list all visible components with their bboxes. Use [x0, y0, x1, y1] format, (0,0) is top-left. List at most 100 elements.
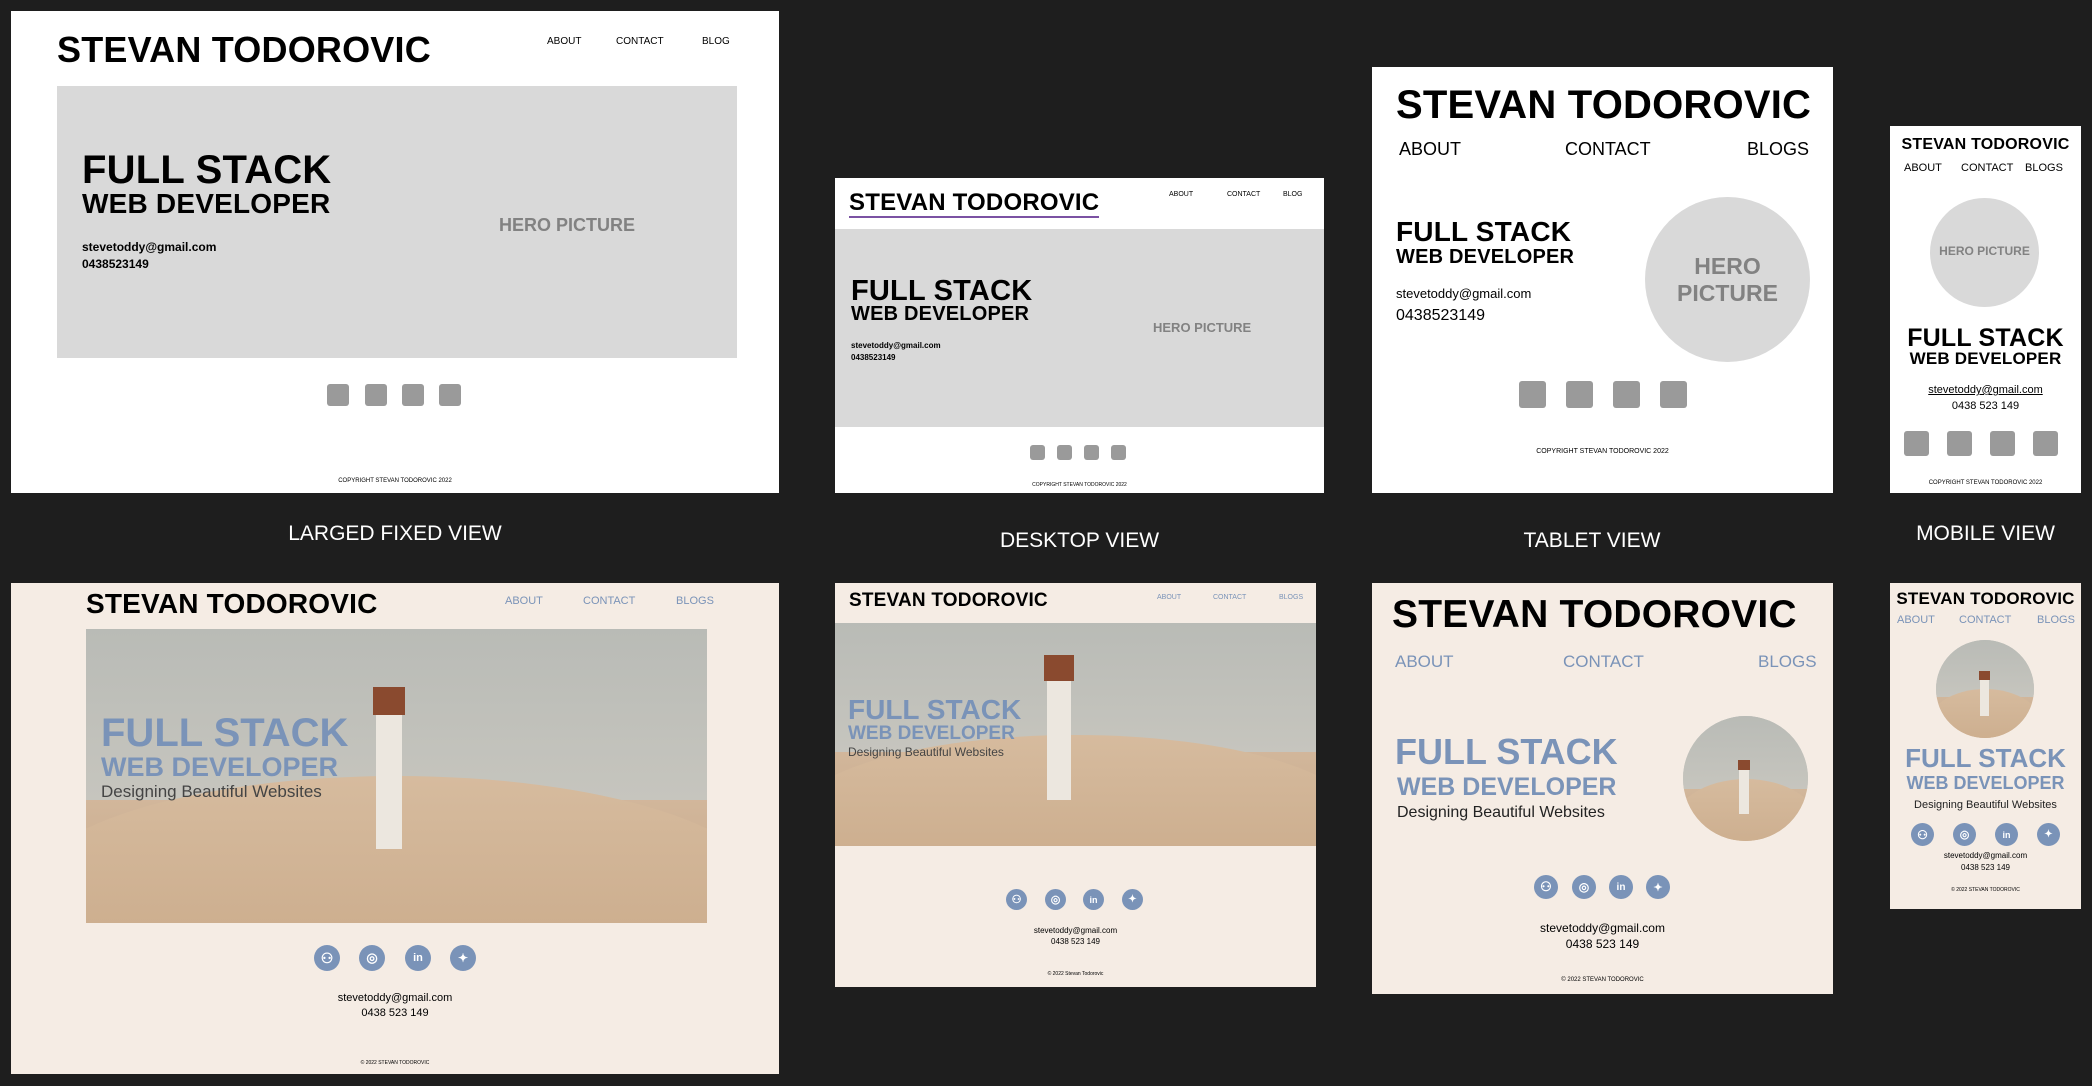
linkedin-icon[interactable]: in: [1995, 823, 2018, 846]
twitter-icon[interactable]: ✦: [1646, 875, 1670, 899]
hero-heading: FULL STACK: [82, 148, 332, 192]
nav-contact[interactable]: CONTACT: [1563, 652, 1644, 672]
nav-about[interactable]: ABOUT: [1395, 652, 1454, 672]
footer-copyright: COPYRIGHT STEVAN TODOROVIC 2022: [1536, 448, 1669, 455]
social-placeholder-2[interactable]: [1057, 445, 1072, 460]
wireframe-large-fixed: STEVAN TODOROVIC ABOUT CONTACT BLOG FULL…: [11, 11, 779, 493]
nav-blogs[interactable]: BLOGS: [1279, 594, 1303, 601]
github-icon[interactable]: ⚇: [1006, 889, 1027, 910]
nav-blogs[interactable]: BLOGS: [1747, 139, 1809, 160]
footer-copyright: COPYRIGHT STEVAN TODOROVIC 2022: [1032, 482, 1127, 488]
hero-picture-placeholder: HERO PICTURE: [1930, 198, 2039, 307]
social-placeholder-4[interactable]: [2033, 431, 2058, 456]
label-tablet-view: TABLET VIEW: [1523, 529, 1661, 552]
nav-contact[interactable]: CONTACT: [583, 595, 635, 607]
contact-email[interactable]: stevetoddy@gmail.com: [835, 926, 1316, 935]
page-title: STEVAN TODOROVIC: [1396, 83, 1812, 127]
contact-email[interactable]: stevetoddy@gmail.com: [11, 992, 779, 1004]
twitter-icon[interactable]: ✦: [1122, 889, 1143, 910]
contact-email[interactable]: stevetoddy@gmail.com: [1372, 921, 1833, 935]
github-icon[interactable]: ⚇: [1911, 823, 1934, 846]
twitter-icon[interactable]: ✦: [450, 945, 476, 971]
hero-image: FULL STACK WEB DEVELOPER Designing Beaut…: [86, 629, 707, 923]
contact-phone: 0438 523 149: [1565, 937, 1640, 951]
nav-blog[interactable]: BLOG: [702, 36, 730, 47]
hero-picture-label-line2: PICTURE: [1677, 280, 1778, 306]
nav-about[interactable]: ABOUT: [547, 36, 581, 47]
hero-tagline: Designing Beautiful Websites: [848, 745, 1004, 759]
social-placeholder-2[interactable]: [365, 384, 387, 406]
nav-contact[interactable]: CONTACT: [1227, 191, 1260, 198]
footer-copyright: © 2022 STEVAN TODOROVIC: [360, 1060, 430, 1066]
social-placeholder-3[interactable]: [1084, 445, 1099, 460]
github-icon[interactable]: ⚇: [314, 945, 340, 971]
hero-subheading: WEB DEVELOPER: [1909, 349, 2062, 368]
contact-phone: 0438523149: [851, 353, 896, 362]
nav-contact[interactable]: CONTACT: [1961, 162, 2013, 174]
nav-about[interactable]: ABOUT: [505, 595, 543, 607]
contact-email[interactable]: stevetoddy@gmail.com: [82, 240, 216, 254]
hero-heading: FULL STACK: [101, 711, 349, 755]
hero-image: [1683, 716, 1808, 841]
nav-contact[interactable]: CONTACT: [616, 36, 664, 47]
hero-subheading: WEB DEVELOPER: [848, 723, 1015, 744]
page-title: STEVAN TODOROVIC: [849, 189, 1100, 218]
label-mobile-view: MOBILE VIEW: [1916, 522, 2055, 545]
design-mobile: STEVAN TODOROVIC ABOUT CONTACT BLOGS FUL…: [1890, 583, 2081, 909]
nav-contact[interactable]: CONTACT: [1213, 594, 1246, 601]
nav-blogs[interactable]: BLOGS: [676, 595, 714, 607]
contact-phone: 0438 523 149: [361, 1007, 429, 1019]
twitter-icon[interactable]: ✦: [2037, 823, 2060, 846]
contact-email[interactable]: stevetoddy@gmail.com: [851, 341, 941, 350]
social-placeholder-4[interactable]: [439, 384, 461, 406]
github-icon[interactable]: ⚇: [1534, 875, 1558, 899]
contact-email[interactable]: stevetoddy@gmail.com: [1890, 851, 2081, 860]
social-placeholder-1[interactable]: [1519, 381, 1546, 408]
nav-about[interactable]: ABOUT: [1399, 139, 1461, 160]
social-placeholder-1[interactable]: [1904, 431, 1929, 456]
contact-email[interactable]: stevetoddy@gmail.com: [1890, 384, 2081, 396]
social-placeholder-3[interactable]: [1990, 431, 2015, 456]
nav-blogs[interactable]: BLOGS: [2037, 614, 2075, 626]
footer-copyright: COPYRIGHT STEVAN TODOROVIC 2022: [1928, 480, 2043, 486]
nav-about[interactable]: ABOUT: [1157, 594, 1181, 601]
social-placeholder-4[interactable]: [1660, 381, 1687, 408]
nav-contact[interactable]: CONTACT: [1565, 139, 1651, 160]
nav-blog[interactable]: BLOG: [1283, 191, 1302, 198]
page-title: STEVAN TODOROVIC: [57, 29, 431, 70]
linkedin-icon[interactable]: in: [1083, 889, 1104, 910]
linkedin-icon[interactable]: in: [1609, 875, 1633, 899]
social-placeholder-4[interactable]: [1111, 445, 1126, 460]
nav-about[interactable]: ABOUT: [1897, 614, 1935, 626]
instagram-icon[interactable]: ◎: [1953, 823, 1976, 846]
instagram-icon[interactable]: ◎: [1572, 875, 1596, 899]
hero-picture-placeholder: HERO PICTURE: [499, 215, 636, 235]
social-placeholder-2[interactable]: [1947, 431, 1972, 456]
hero-image: [1936, 640, 2034, 738]
nav-about[interactable]: ABOUT: [1904, 162, 1942, 174]
hero-subheading: WEB DEVELOPER: [101, 752, 339, 782]
footer-copyright: © 2022 STEVAN TODOROVIC: [1951, 887, 2020, 893]
footer-copyright: © 2022 Stevan Todorovic: [1047, 971, 1104, 977]
nav-contact[interactable]: CONTACT: [1959, 614, 2011, 626]
social-placeholder-1[interactable]: [1030, 445, 1045, 460]
label-large-fixed-view: LARGED FIXED VIEW: [288, 522, 502, 545]
instagram-icon[interactable]: ◎: [359, 945, 385, 971]
social-placeholder-1[interactable]: [327, 384, 349, 406]
contact-phone: 0438523149: [1396, 307, 1485, 324]
footer-copyright: © 2022 STEVAN TODOROVIC: [1561, 977, 1644, 983]
linkedin-icon[interactable]: in: [405, 945, 431, 971]
contact-email[interactable]: stevetoddy@gmail.com: [1396, 286, 1531, 301]
instagram-icon[interactable]: ◎: [1045, 889, 1066, 910]
nav-blogs[interactable]: BLOGS: [2025, 162, 2063, 174]
hero-subheading: WEB DEVELOPER: [851, 303, 1030, 325]
social-placeholder-2[interactable]: [1566, 381, 1593, 408]
hero-picture-placeholder: HERO PICTURE: [1153, 320, 1252, 335]
nav-blogs[interactable]: BLOGS: [1758, 652, 1817, 672]
hero-section: FULL STACK WEB DEVELOPER stevetoddy@gmai…: [57, 86, 737, 358]
hero-heading: FULL STACK: [1395, 731, 1618, 772]
wireframe-desktop: STEVAN TODOROVIC ABOUT CONTACT BLOG FULL…: [835, 178, 1324, 493]
social-placeholder-3[interactable]: [1613, 381, 1640, 408]
nav-about[interactable]: ABOUT: [1169, 191, 1193, 198]
social-placeholder-3[interactable]: [402, 384, 424, 406]
